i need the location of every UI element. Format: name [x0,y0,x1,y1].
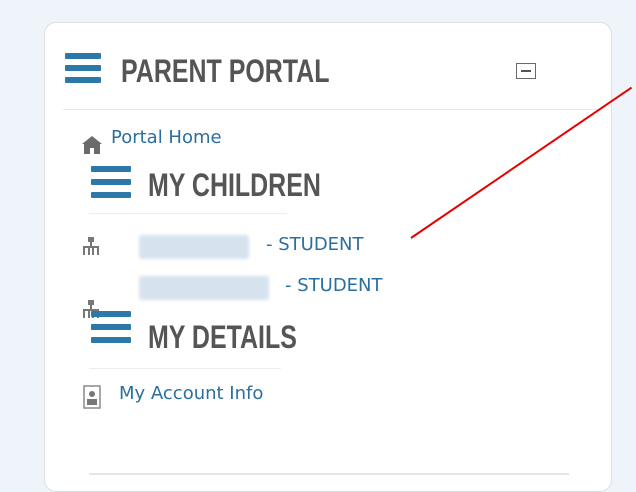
collapse-button[interactable] [516,63,536,79]
hierarchy-icon [83,237,99,255]
child-link[interactable]: - STUDENT [285,275,383,296]
portal-home-link[interactable]: Portal Home [111,127,222,148]
header-divider [63,109,597,110]
hamburger-icon [65,53,101,83]
home-icon [82,136,102,154]
parent-portal-panel: PARENT PORTAL Portal Home MY CHILDREN - … [44,22,612,492]
my-details-hamburger-icon [91,311,131,347]
panel-header: PARENT PORTAL [45,23,611,109]
my-account-info-link[interactable]: My Account Info [119,383,263,404]
section-rule [89,213,287,214]
my-children-heading: MY CHILDREN [148,167,321,203]
panel-footer-rule [89,473,569,475]
panel-title: PARENT PORTAL [121,53,330,89]
child-name-redacted [139,235,249,259]
section-rule [89,368,281,369]
id-card-icon [83,385,101,409]
my-details-heading: MY DETAILS [148,319,297,355]
child-name-redacted [139,276,269,300]
child-link[interactable]: - STUDENT [266,234,364,255]
my-children-hamburger-icon [91,166,131,202]
